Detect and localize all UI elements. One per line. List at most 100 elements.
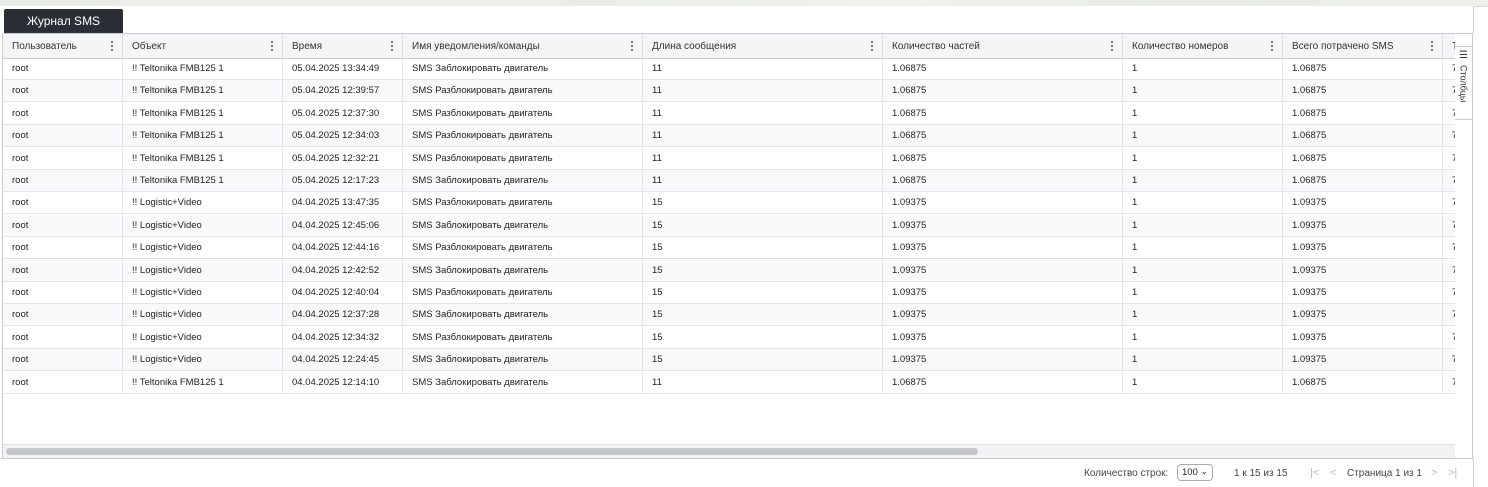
table-cell: 11 (643, 147, 883, 169)
table-cell: 1 (1123, 58, 1283, 79)
column-menu-icon[interactable] (271, 40, 274, 52)
column-header[interactable]: Всего потрачено SMS (1283, 34, 1443, 58)
table-row[interactable]: root!! Teltonika FMB125 1 05.04.2025 13:3… (3, 58, 1456, 80)
columns-icon: ☰ (1459, 50, 1468, 61)
column-menu-icon[interactable] (871, 40, 874, 52)
table-cell: SMS Заблокировать двигатель (403, 214, 643, 236)
table-cell: !! Logistic+Video (123, 259, 283, 281)
horizontal-scrollbar[interactable] (3, 444, 1456, 459)
table-cell: 05.04.2025 12:39:57 (283, 80, 403, 102)
table-cell: root (3, 58, 123, 79)
column-header[interactable]: Объект (123, 34, 283, 58)
table-row[interactable]: root!! Teltonika FMB125 1 05.04.2025 12:3… (3, 102, 1456, 125)
table-cell: !! Teltonika FMB125 1 (123, 170, 283, 191)
column-header-label: Длина сообщения (652, 40, 737, 52)
column-header-label: Пользователь (12, 40, 77, 52)
columns-panel-button[interactable]: ☰ Столбцы (1455, 46, 1472, 120)
table-cell: 05.04.2025 12:32:21 (283, 147, 403, 169)
table-cell: SMS Разблокировать двигатель (403, 237, 643, 259)
column-header[interactable]: Длина сообщения (643, 34, 883, 58)
table-cell: 11 (643, 80, 883, 102)
column-header[interactable]: Количество номеров (1123, 34, 1283, 58)
column-menu-icon[interactable] (1271, 40, 1274, 52)
table-row[interactable]: root!! Logistic+Video 04.04.2025 12:34:32… (3, 326, 1456, 349)
table-cell: root (3, 349, 123, 371)
table-row[interactable]: root!! Logistic+Video 04.04.2025 12:42:52… (3, 259, 1456, 282)
table-cell: 11 (643, 371, 883, 393)
page-size-value: 100 (1182, 467, 1198, 478)
table-cell: SMS Разблокировать двигатель (403, 326, 643, 348)
table-row[interactable]: root!! Logistic+Video 04.04.2025 13:47:35… (3, 192, 1456, 215)
table-cell: 15 (643, 349, 883, 371)
table-row[interactable]: root!! Logistic+Video 04.04.2025 12:40:04… (3, 282, 1456, 304)
table-cell: SMS Разблокировать двигатель (403, 147, 643, 169)
table-cell: 04.04.2025 12:40:04 (283, 282, 403, 303)
column-header[interactable]: Время (283, 34, 403, 58)
table-cell: 04.04.2025 12:42:52 (283, 259, 403, 281)
column-header-label: Всего потрачено SMS (1292, 40, 1394, 52)
grid-body: root!! Teltonika FMB125 1 05.04.2025 13:3… (3, 58, 1456, 443)
table-cell: SMS Заблокировать двигатель (403, 304, 643, 326)
table-row[interactable]: root!! Logistic+Video 04.04.2025 12:45:06… (3, 214, 1456, 237)
table-cell: root (3, 282, 123, 303)
table-cell: 04.04.2025 12:14:10 (283, 371, 403, 393)
table-cell: 1.06875 (883, 102, 1123, 124)
table-row[interactable]: root!! Teltonika FMB125 1 05.04.2025 12:3… (3, 80, 1456, 103)
table-cell: 1 (1123, 237, 1283, 259)
table-row[interactable]: root!! Teltonika FMB125 1 04.04.2025 12:1… (3, 371, 1456, 394)
next-page-button[interactable]: > (1431, 459, 1437, 487)
column-menu-icon[interactable] (1431, 40, 1434, 52)
table-cell: 1.06875 (1283, 371, 1443, 393)
table-cell: 1.09375 (1283, 259, 1443, 281)
table-cell: !! Teltonika FMB125 1 (123, 147, 283, 169)
table-cell: 15 (643, 214, 883, 236)
table-cell: root (3, 259, 123, 281)
table-cell: 04.04.2025 12:34:32 (283, 326, 403, 348)
column-menu-icon[interactable] (1111, 40, 1114, 52)
column-header-label: Количество частей (892, 40, 980, 52)
table-cell: !! Logistic+Video (123, 237, 283, 259)
table-cell: 1 (1123, 259, 1283, 281)
table-cell: 1.09375 (1283, 192, 1443, 214)
column-header[interactable]: Имя уведомления/команды (403, 34, 643, 58)
table-row[interactable]: root!! Logistic+Video 04.04.2025 12:37:28… (3, 304, 1456, 327)
table-row[interactable]: root!! Logistic+Video 04.04.2025 12:44:16… (3, 237, 1456, 260)
table-cell: root (3, 80, 123, 102)
column-menu-icon[interactable] (111, 40, 114, 52)
column-header[interactable]: Количество частей (883, 34, 1123, 58)
table-cell: 1.06875 (1283, 170, 1443, 191)
table-cell: SMS Заблокировать двигатель (403, 170, 643, 191)
table-cell: 05.04.2025 13:34:49 (283, 58, 403, 79)
table-row[interactable]: root!! Teltonika FMB125 1 05.04.2025 12:3… (3, 147, 1456, 170)
table-cell: root (3, 192, 123, 214)
column-header-label: Объект (132, 40, 167, 52)
table-cell: !! Teltonika FMB125 1 (123, 80, 283, 102)
table-cell: 04.04.2025 12:24:45 (283, 349, 403, 371)
horizontal-scrollbar-thumb[interactable] (6, 448, 978, 455)
prev-page-button[interactable]: < (1330, 459, 1336, 487)
table-row[interactable]: root!! Teltonika FMB125 1 05.04.2025 12:3… (3, 125, 1456, 148)
table-row[interactable]: root!! Logistic+Video 04.04.2025 12:24:45… (3, 349, 1456, 372)
table-cell: root (3, 125, 123, 147)
table-cell: !! Logistic+Video (123, 192, 283, 214)
table-cell: 11 (643, 58, 883, 79)
column-header[interactable]: Пользователь (3, 34, 123, 58)
column-menu-icon[interactable] (391, 40, 394, 52)
table-cell: SMS Заблокировать двигатель (403, 58, 643, 79)
table-cell: root (3, 214, 123, 236)
page-size-select[interactable]: 100 ⌄ (1177, 464, 1213, 481)
column-menu-icon[interactable] (631, 40, 634, 52)
first-page-button[interactable]: |< (1310, 459, 1319, 487)
grid-header: Пользователь Объект Время Имя уведомления/к… (3, 34, 1456, 59)
table-cell: 1.06875 (1283, 102, 1443, 124)
table-cell: 1 (1123, 102, 1283, 124)
table-cell: 1.09375 (883, 259, 1123, 281)
tab-sms-journal[interactable]: Журнал SMS (4, 9, 123, 33)
table-cell: 1.09375 (883, 304, 1123, 326)
table-cell: root (3, 237, 123, 259)
page-indicator: Страница 1 из 1 (1347, 467, 1422, 479)
table-row[interactable]: root!! Teltonika FMB125 1 05.04.2025 12:1… (3, 170, 1456, 192)
column-header-label: Время (292, 40, 323, 52)
table-cell: 1 (1123, 349, 1283, 371)
last-page-button[interactable]: >| (1448, 459, 1457, 487)
